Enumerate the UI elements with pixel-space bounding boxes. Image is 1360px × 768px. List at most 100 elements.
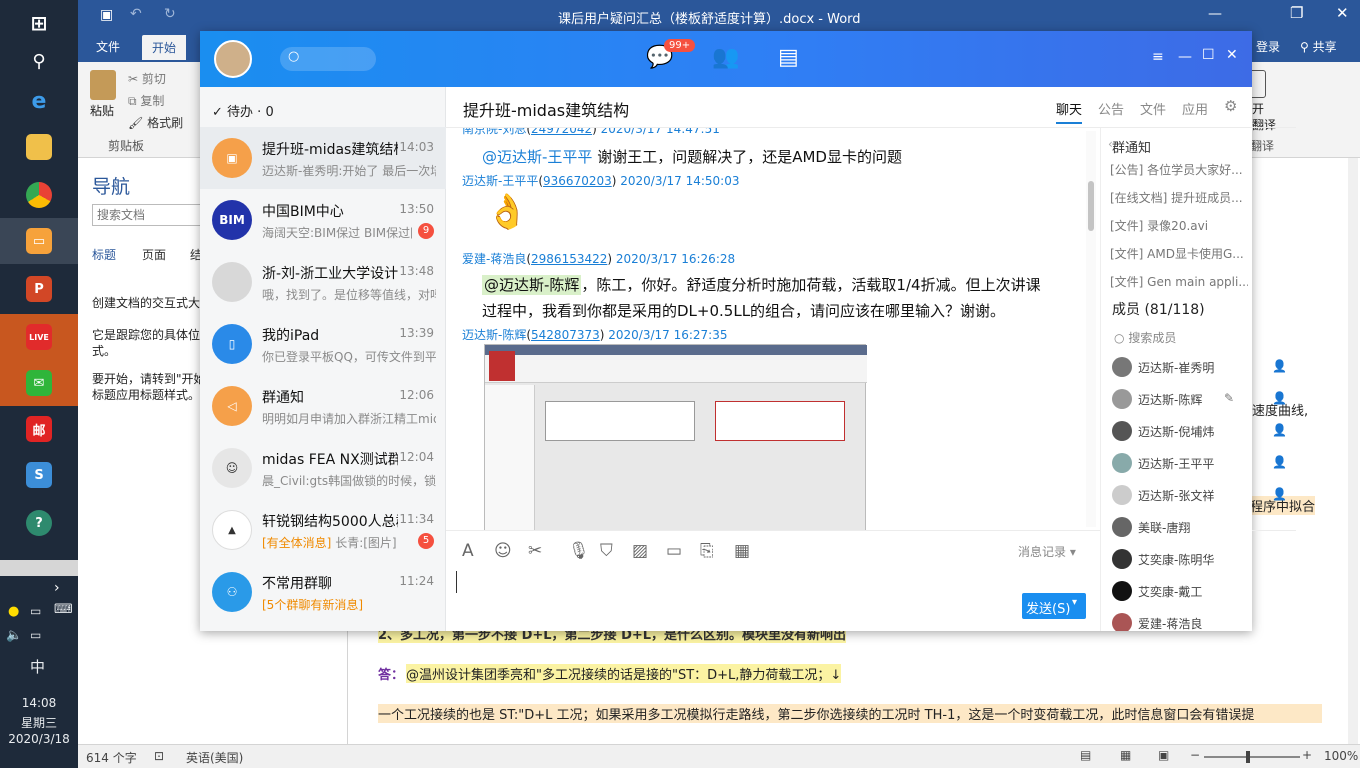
gift-icon[interactable]: ⎘ [700,541,714,561]
member-item[interactable]: 迈达斯-王平平 👤 [1106,449,1296,479]
conversation-item[interactable]: ☺ midas FEA NX测试群 12:04 晨_Civil:gts韩国做锁的… [200,437,446,499]
taskbar-mail[interactable]: 邮 [0,406,78,452]
zoom-in-icon[interactable]: + [1302,748,1312,762]
message-input[interactable] [446,567,1086,627]
zoom-out-icon[interactable]: − [1190,748,1200,762]
doc-scrollbar[interactable] [1348,158,1358,744]
nav-tab-pages[interactable]: 页面 [142,246,166,263]
settings-icon[interactable]: ⚙ [1224,97,1237,115]
language-status[interactable]: 英语(美国) [186,749,243,766]
nav-search-input[interactable] [92,204,212,226]
member-item[interactable]: 迈达斯-张文祥 👤 [1106,481,1296,511]
undo-icon[interactable]: ↶ [130,6,142,22]
member-item[interactable]: 迈达斯-崔秀明 👤 [1106,353,1296,383]
history-button[interactable]: 消息记录 ▾ [1018,543,1076,560]
pencil-icon[interactable]: ✎ [1224,391,1234,405]
tab-apps[interactable]: 应用 [1182,99,1208,118]
conversation-item[interactable]: BIM 中国BIM中心 13:50 海阔天空:BIM保过 BIM保过[图片] 9 [200,189,446,251]
chevron-left-icon[interactable]: ‹ [1108,137,1113,151]
message-scrollbar[interactable] [1086,131,1096,527]
taskbar-s-app[interactable]: S [0,452,78,498]
qq-tray-icon[interactable]: ● [8,604,19,619]
notice-item[interactable]: [文件] Gen main appli... [1110,273,1248,290]
user-avatar[interactable] [214,40,252,78]
login-link[interactable]: 登录 [1256,38,1280,55]
todo-bar[interactable]: ✓ 待办 · 0 [212,101,274,120]
keyboard-icon[interactable]: ⌨ [54,602,73,617]
conversation-item[interactable]: ▯ 我的iPad 13:39 你已登录平板QQ，可传文件到平板 [200,313,446,375]
tab-files[interactable]: 文件 [1140,99,1166,118]
group-notice-title[interactable]: 群通知 [1112,137,1151,156]
tab-chat[interactable]: 聊天 [1056,99,1083,124]
tab-file[interactable]: 文件 [96,38,120,55]
font-icon[interactable]: A [462,541,474,561]
chevron-right-icon[interactable]: › [54,580,60,596]
taskbar-live[interactable]: LIVE [0,314,78,360]
paste-button[interactable]: 粘贴 [90,102,114,119]
zoom-slider[interactable] [1204,756,1300,758]
chevron-down-icon[interactable]: ▾ [1072,597,1077,608]
taskbar-app[interactable]: ▭ [0,218,78,264]
taskbar-scrollbar[interactable] [0,560,78,576]
message-list[interactable]: 南京院-刘总(24972042) 2020/3/17 14:47:51 @迈达斯… [446,128,1046,530]
image-icon[interactable]: ▨ [632,541,648,561]
member-item[interactable]: 迈达斯-陈辉 ✎ 👤 [1106,385,1296,415]
taskbar-chrome[interactable] [0,172,78,218]
volume-icon[interactable]: 🔈 [6,628,22,643]
word-count[interactable]: 614 个字 [86,749,137,766]
conversation-item[interactable]: ⚇ 不常用群聊 11:24 [5个群聊有新消息] [200,561,446,623]
minimize-icon[interactable]: — [1208,6,1222,22]
format-painter-button[interactable]: 🖌 格式刷 [128,114,183,131]
folder-icon[interactable]: ▭ [666,541,682,561]
minimize-icon[interactable]: — [1178,49,1192,65]
voice-icon[interactable]: 🎙 [568,541,590,561]
member-item[interactable]: 迈达斯-倪埔炜 👤 [1106,417,1296,447]
calendar-icon[interactable]: ▦ [734,541,750,561]
zoom-level[interactable]: 100% [1324,749,1358,763]
read-mode-icon[interactable]: ▤ [1080,748,1091,762]
member-item[interactable]: 艾奕康-陈明华 [1106,545,1296,575]
conversation-item[interactable]: ▣ 提升班-midas建筑结构 14:03 迈达斯-崔秀明:开始了 最后一次培训 [200,127,446,189]
cut-button[interactable]: ✂ 剪切 [128,70,166,87]
print-layout-icon[interactable]: ▦ [1120,748,1131,762]
contacts-icon[interactable]: 👥 [712,45,739,70]
share-button[interactable]: ⚲ 共享 [1300,38,1337,55]
redo-icon[interactable]: ↻ [164,6,176,22]
close-icon[interactable]: ✕ [1336,4,1349,22]
close-icon[interactable]: ✕ [1226,47,1238,63]
conversation-item[interactable]: 浙-刘-浙工业大学设计院 13:48 哦，找到了。是位移等值线，对吗 [200,251,446,313]
proofing-icon[interactable]: ⊡ [154,749,164,763]
clock-time[interactable]: 14:08 [0,696,78,710]
taskbar-explorer[interactable] [0,124,78,170]
member-search-input[interactable]: ○ 搜索成员 [1114,329,1176,346]
taskbar-help[interactable]: ? [0,500,78,546]
notice-item[interactable]: [公告] 各位学员大家好... [1110,161,1248,178]
nav-tab-headings[interactable]: 标题 [92,246,116,263]
taskbar-edge[interactable]: e [0,78,78,124]
scrollbar-thumb[interactable] [1088,181,1094,231]
notice-item[interactable]: [文件] 录像20.avi [1110,217,1248,234]
maximize-icon[interactable]: ☐ [1202,47,1215,63]
conversation-item[interactable]: ◁ 群通知 12:06 明明如月申请加入群浙江精工midas [200,375,446,437]
ime-indicator[interactable]: 中 [30,656,45,677]
taskbar-wechat[interactable]: ✉ [0,360,78,406]
save-icon[interactable]: ▣ [100,7,113,23]
zoom-slider-thumb[interactable] [1246,751,1250,763]
notice-item[interactable]: [文件] AMD显卡使用G... [1110,245,1248,262]
battery-icon[interactable]: ▭ [30,604,41,618]
copy-button[interactable]: ⧉ 复制 [128,92,164,109]
paste-icon[interactable] [90,70,116,100]
tab-announcement[interactable]: 公告 [1098,99,1124,118]
restore-icon[interactable]: ❐ [1290,4,1303,22]
taskbar-powerpoint[interactable]: P [0,266,78,312]
member-item[interactable]: 爱建-蒋浩良 [1106,609,1296,631]
network-icon[interactable]: ▭ [30,628,41,642]
menu-icon[interactable]: ≡ [1152,49,1164,65]
conversation-item[interactable]: ▲ 轩锐钢结构5000人总群 11:34 [有全体消息] 长青:[图片] 5 [200,499,446,561]
space-icon[interactable]: ▤ [778,45,799,70]
member-item[interactable]: 美联-唐翔 [1106,513,1296,543]
image-message[interactable] [484,344,867,530]
shield-icon[interactable]: ⛉ [600,541,613,561]
emoji-icon[interactable]: ☺ [494,541,512,561]
tab-home[interactable]: 开始 [142,35,187,60]
